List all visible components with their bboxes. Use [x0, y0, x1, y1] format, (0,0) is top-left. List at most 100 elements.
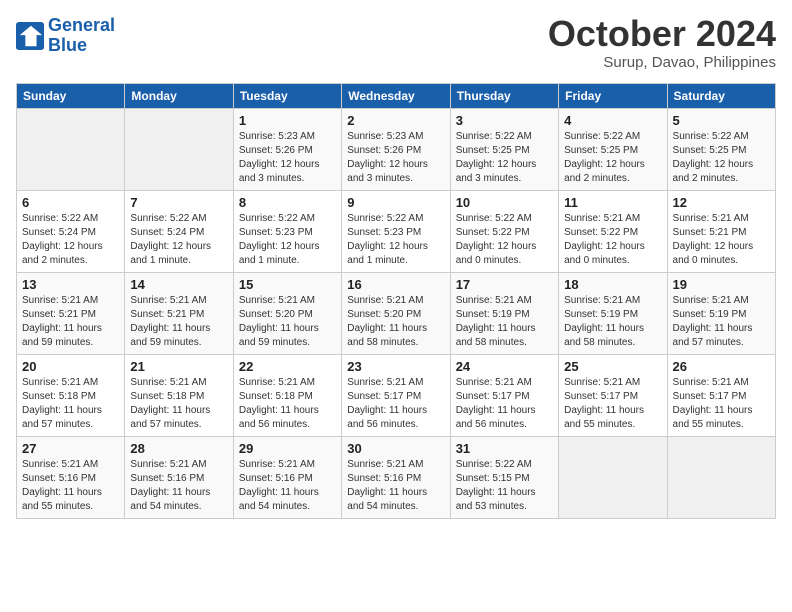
day-number: 9 — [347, 195, 444, 210]
day-number: 29 — [239, 441, 336, 456]
calendar-week-3: 13Sunrise: 5:21 AM Sunset: 5:21 PM Dayli… — [17, 273, 776, 355]
calendar-cell: 6 Sunrise: 5:22 AM Sunset: 5:24 PM Daylig… — [17, 191, 125, 273]
calendar-cell: 16 Sunrise: 5:21 AM Sunset: 5:20 PM Dayli… — [342, 273, 450, 355]
day-info: Sunrise: 5:21 AM Sunset: 5:21 PM Dayligh… — [130, 294, 227, 350]
day-number: 26 — [673, 359, 770, 374]
logo-text: General Blue — [48, 16, 115, 56]
day-info: Sunrise: 5:21 AM Sunset: 5:16 PM Dayligh… — [22, 458, 119, 514]
day-number: 27 — [22, 441, 119, 456]
logo-icon — [16, 22, 44, 50]
calendar-week-5: 27 Sunrise: 5:21 AM Sunset: 5:16 PM Dayli… — [17, 437, 776, 519]
day-info: Sunrise: 5:22 AM Sunset: 5:24 PM Dayligh… — [22, 212, 119, 268]
day-number: 14 — [130, 277, 227, 292]
calendar-cell: 14 Sunrise: 5:21 AM Sunset: 5:21 PM Dayli… — [125, 273, 233, 355]
calendar-cell — [125, 109, 233, 191]
calendar-cell: 9 Sunrise: 5:22 AM Sunset: 5:23 PM Daylig… — [342, 191, 450, 273]
day-info: Sunrise: 5:21 AM Sunset: 5:19 PM Dayligh… — [564, 294, 661, 350]
day-info: Sunrise: 5:22 AM Sunset: 5:24 PM Dayligh… — [130, 212, 227, 268]
weekday-header-thursday: Thursday — [450, 84, 558, 109]
day-info: Sunrise: 5:23 AM Sunset: 5:26 PM Dayligh… — [347, 130, 444, 186]
month-title: October 2024 — [548, 16, 776, 52]
day-number: 25 — [564, 359, 661, 374]
calendar-cell: 18 Sunrise: 5:21 AM Sunset: 5:19 PM Dayli… — [559, 273, 667, 355]
day-info: Sunrise: 5:21 AM Sunset: 5:20 PM Dayligh… — [239, 294, 336, 350]
day-number: 1 — [239, 113, 336, 128]
day-info: Sunrise: 5:22 AM Sunset: 5:25 PM Dayligh… — [673, 130, 770, 186]
day-info: Sunrise: 5:22 AM Sunset: 5:15 PM Dayligh… — [456, 458, 553, 514]
calendar-cell: 24 Sunrise: 5:21 AM Sunset: 5:17 PM Dayli… — [450, 355, 558, 437]
day-info: Sunrise: 5:21 AM Sunset: 5:22 PM Dayligh… — [564, 212, 661, 268]
calendar-cell — [559, 437, 667, 519]
day-number: 19 — [673, 277, 770, 292]
day-info: Sunrise: 5:21 AM Sunset: 5:21 PM Dayligh… — [673, 212, 770, 268]
day-number: 12 — [673, 195, 770, 210]
day-number: 16 — [347, 277, 444, 292]
day-info: Sunrise: 5:21 AM Sunset: 5:19 PM Dayligh… — [673, 294, 770, 350]
weekday-header-tuesday: Tuesday — [233, 84, 341, 109]
day-info: Sunrise: 5:22 AM Sunset: 5:25 PM Dayligh… — [456, 130, 553, 186]
calendar-cell: 10 Sunrise: 5:22 AM Sunset: 5:22 PM Dayli… — [450, 191, 558, 273]
calendar-cell: 1 Sunrise: 5:23 AM Sunset: 5:26 PM Daylig… — [233, 109, 341, 191]
day-number: 8 — [239, 195, 336, 210]
day-info: Sunrise: 5:21 AM Sunset: 5:17 PM Dayligh… — [456, 376, 553, 432]
calendar-week-2: 6 Sunrise: 5:22 AM Sunset: 5:24 PM Daylig… — [17, 191, 776, 273]
day-number: 3 — [456, 113, 553, 128]
day-number: 6 — [22, 195, 119, 210]
calendar-cell: 26 Sunrise: 5:21 AM Sunset: 5:17 PM Dayli… — [667, 355, 775, 437]
calendar-cell: 8 Sunrise: 5:22 AM Sunset: 5:23 PM Daylig… — [233, 191, 341, 273]
day-number: 31 — [456, 441, 553, 456]
page-header: General Blue October 2024 Surup, Davao, … — [16, 16, 776, 71]
calendar-cell: 2Sunrise: 5:23 AM Sunset: 5:26 PM Daylig… — [342, 109, 450, 191]
day-info: Sunrise: 5:22 AM Sunset: 5:23 PM Dayligh… — [347, 212, 444, 268]
day-info: Sunrise: 5:22 AM Sunset: 5:22 PM Dayligh… — [456, 212, 553, 268]
day-number: 28 — [130, 441, 227, 456]
day-number: 4 — [564, 113, 661, 128]
day-info: Sunrise: 5:21 AM Sunset: 5:19 PM Dayligh… — [456, 294, 553, 350]
calendar-cell: 28 Sunrise: 5:21 AM Sunset: 5:16 PM Dayli… — [125, 437, 233, 519]
calendar-cell — [17, 109, 125, 191]
calendar-cell: 7 Sunrise: 5:22 AM Sunset: 5:24 PM Daylig… — [125, 191, 233, 273]
location: Surup, Davao, Philippines — [548, 54, 776, 71]
day-number: 20 — [22, 359, 119, 374]
day-info: Sunrise: 5:21 AM Sunset: 5:17 PM Dayligh… — [564, 376, 661, 432]
day-info: Sunrise: 5:21 AM Sunset: 5:20 PM Dayligh… — [347, 294, 444, 350]
day-number: 7 — [130, 195, 227, 210]
calendar-cell: 31 Sunrise: 5:22 AM Sunset: 5:15 PM Dayli… — [450, 437, 558, 519]
weekday-header-friday: Friday — [559, 84, 667, 109]
calendar-cell: 30 Sunrise: 5:21 AM Sunset: 5:16 PM Dayli… — [342, 437, 450, 519]
calendar-cell: 5Sunrise: 5:22 AM Sunset: 5:25 PM Daylig… — [667, 109, 775, 191]
day-number: 21 — [130, 359, 227, 374]
weekday-header-monday: Monday — [125, 84, 233, 109]
calendar-cell: 3 Sunrise: 5:22 AM Sunset: 5:25 PM Daylig… — [450, 109, 558, 191]
weekday-header-row: SundayMondayTuesdayWednesdayThursdayFrid… — [17, 84, 776, 109]
day-info: Sunrise: 5:21 AM Sunset: 5:18 PM Dayligh… — [130, 376, 227, 432]
calendar-cell: 15Sunrise: 5:21 AM Sunset: 5:20 PM Dayli… — [233, 273, 341, 355]
day-number: 17 — [456, 277, 553, 292]
day-number: 23 — [347, 359, 444, 374]
day-number: 30 — [347, 441, 444, 456]
calendar-cell: 4Sunrise: 5:22 AM Sunset: 5:25 PM Daylig… — [559, 109, 667, 191]
day-info: Sunrise: 5:23 AM Sunset: 5:26 PM Dayligh… — [239, 130, 336, 186]
day-number: 18 — [564, 277, 661, 292]
day-number: 10 — [456, 195, 553, 210]
calendar-cell: 19 Sunrise: 5:21 AM Sunset: 5:19 PM Dayli… — [667, 273, 775, 355]
calendar-cell — [667, 437, 775, 519]
day-number: 11 — [564, 195, 661, 210]
day-info: Sunrise: 5:22 AM Sunset: 5:23 PM Dayligh… — [239, 212, 336, 268]
day-number: 24 — [456, 359, 553, 374]
day-info: Sunrise: 5:21 AM Sunset: 5:17 PM Dayligh… — [673, 376, 770, 432]
day-info: Sunrise: 5:21 AM Sunset: 5:16 PM Dayligh… — [130, 458, 227, 514]
calendar-table: SundayMondayTuesdayWednesdayThursdayFrid… — [16, 83, 776, 519]
weekday-header-saturday: Saturday — [667, 84, 775, 109]
calendar-week-1: 1 Sunrise: 5:23 AM Sunset: 5:26 PM Daylig… — [17, 109, 776, 191]
logo-line1: General — [48, 15, 115, 35]
day-info: Sunrise: 5:21 AM Sunset: 5:16 PM Dayligh… — [239, 458, 336, 514]
day-info: Sunrise: 5:21 AM Sunset: 5:16 PM Dayligh… — [347, 458, 444, 514]
calendar-cell: 20 Sunrise: 5:21 AM Sunset: 5:18 PM Dayli… — [17, 355, 125, 437]
calendar-cell: 25 Sunrise: 5:21 AM Sunset: 5:17 PM Dayli… — [559, 355, 667, 437]
weekday-header-wednesday: Wednesday — [342, 84, 450, 109]
logo: General Blue — [16, 16, 115, 56]
day-info: Sunrise: 5:21 AM Sunset: 5:18 PM Dayligh… — [22, 376, 119, 432]
day-info: Sunrise: 5:21 AM Sunset: 5:21 PM Dayligh… — [22, 294, 119, 350]
logo-line2: Blue — [48, 35, 87, 55]
